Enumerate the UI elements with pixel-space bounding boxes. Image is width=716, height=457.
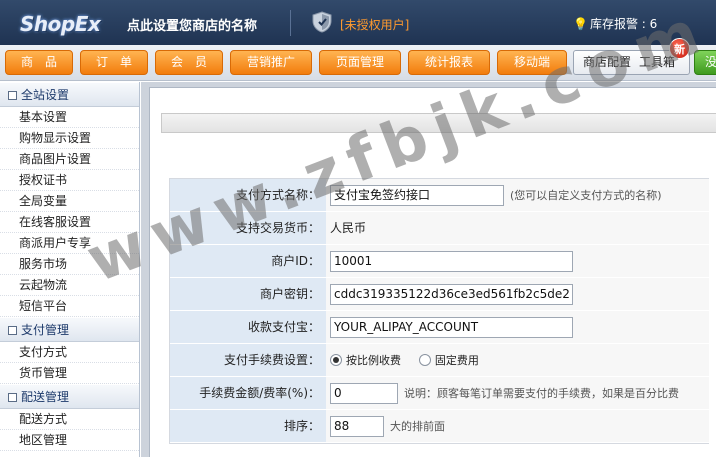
collapse-icon [8, 91, 17, 100]
sidebar-item[interactable]: 在线客服设置 [0, 212, 139, 233]
radio-label: 固定费用 [434, 354, 479, 367]
lightbulb-icon: 💡 [573, 17, 588, 31]
sidebar-group-title: 配送管理 [21, 390, 70, 404]
form-row-currency: 支持交易货币： 人民币 [170, 212, 709, 245]
field-label: 收款支付宝： [170, 311, 326, 343]
order-hint: 大的排前面 [390, 420, 445, 433]
license-status-link[interactable]: [未授权用户] [340, 16, 409, 33]
shopex-logo[interactable]: ShopEx [6, 6, 122, 36]
sidebar-group-title: 支付管理 [21, 323, 70, 337]
sidebar-group-payment[interactable]: 支付管理 [0, 317, 139, 342]
main-nav: 商 品 订 单 会 员 营销推广 页面管理 统计报表 移动端 商店配置 工具箱 没 [0, 45, 716, 81]
order-input[interactable]: 88 [330, 416, 384, 437]
pay-name-hint: (您可以自定义支付方式的名称) [510, 189, 662, 202]
fee-fixed-option[interactable]: 固定费用 [418, 344, 479, 376]
field-label: 手续费金额/费率(%)： [170, 377, 326, 409]
field-label: 支付手续费设置： [170, 344, 326, 376]
shield-icon [312, 11, 332, 33]
nav-pages[interactable]: 页面管理 [319, 50, 401, 75]
field-label: 商户ID： [170, 245, 326, 277]
form-row-account: 收款支付宝： YOUR_ALIPAY_ACCOUNT [170, 311, 709, 344]
sidebar-item[interactable]: 全局变量 [0, 191, 139, 212]
field-label: 支付方式名称： [170, 179, 326, 211]
content-area: 支付方式名称： 支付宝免签约接口 (您可以自定义支付方式的名称) 支持交易货币： … [141, 82, 716, 457]
toolbar-bar [161, 113, 716, 133]
form-row-fee-amount: 手续费金额/费率(%)： 0 说明：顾客每笔订单需要支付的手续费，如果是百分比费 [170, 377, 709, 410]
nav-members[interactable]: 会 员 [155, 50, 223, 75]
radio-unselected-icon[interactable] [418, 354, 431, 366]
sidebar-item[interactable]: 商派用户专享 [0, 233, 139, 254]
form-row-order: 排序： 88 大的排前面 [170, 410, 709, 443]
sidebar: 全站设置 基本设置 购物显示设置 商品图片设置 授权证书 全局变量 在线客服设置… [0, 82, 140, 457]
sidebar-item[interactable]: 服务市场 [0, 254, 139, 275]
nav-reports[interactable]: 统计报表 [408, 50, 490, 75]
payment-form: 支付方式名称： 支付宝免签约接口 (您可以自定义支付方式的名称) 支持交易货币： … [169, 178, 709, 444]
pay-name-input[interactable]: 支付宝免签约接口 [330, 185, 504, 206]
radio-selected-icon[interactable] [330, 354, 342, 366]
merchant-id-input[interactable]: 10001 [330, 251, 573, 272]
sidebar-group-title: 全站设置 [21, 88, 70, 102]
sidebar-item[interactable]: 配送方式 [0, 409, 139, 430]
sidebar-item[interactable]: 商品图片设置 [0, 149, 139, 170]
top-header: ShopEx 点此设置您商店的名称 [未授权用户] 💡 库存报警 : 6 [0, 0, 716, 45]
stock-alert-text: 库存报警 : 6 [589, 17, 658, 31]
currency-value: 人民币 [330, 221, 367, 235]
field-label: 支持交易货币： [170, 212, 326, 244]
sidebar-item[interactable]: 支付方式 [0, 342, 139, 363]
field-label: 排序： [170, 410, 326, 442]
stock-alert-link[interactable]: 💡 库存报警 : 6 [573, 15, 657, 32]
sidebar-group-site[interactable]: 全站设置 [0, 82, 139, 107]
toolbox-label[interactable]: 工具箱 [639, 55, 675, 69]
nav-goods[interactable]: 商 品 [5, 50, 73, 75]
store-config-label: 商店配置 [583, 55, 632, 69]
sidebar-item[interactable]: 授权证书 [0, 170, 139, 191]
fee-amount-input[interactable]: 0 [330, 383, 398, 404]
sidebar-item[interactable]: 短信平台 [0, 296, 139, 317]
sidebar-item[interactable]: 基本设置 [0, 107, 139, 128]
sidebar-item[interactable]: 购物显示设置 [0, 128, 139, 149]
form-row-fee-setting: 支付手续费设置： 按比例收费 固定费用 [170, 344, 709, 377]
field-label: 商户密钥： [170, 278, 326, 310]
sidebar-item[interactable]: 地区管理 [0, 430, 139, 451]
logo-text: ShopEx [20, 12, 101, 36]
fee-ratio-option[interactable]: 按比例收费 [330, 344, 401, 376]
nav-mobile[interactable]: 移动端 [497, 50, 567, 75]
nav-marketing[interactable]: 营销推广 [230, 50, 312, 75]
header-divider [290, 10, 291, 36]
sidebar-group-shipping[interactable]: 配送管理 [0, 384, 139, 409]
fee-amount-hint: 说明：顾客每笔订单需要支付的手续费，如果是百分比费 [404, 387, 679, 400]
nav-extra-button[interactable]: 没 [694, 50, 716, 75]
sidebar-item[interactable]: 云起物流 [0, 275, 139, 296]
shop-name-link[interactable]: 点此设置您商店的名称 [127, 15, 257, 34]
form-row-pay-name: 支付方式名称： 支付宝免签约接口 (您可以自定义支付方式的名称) [170, 179, 709, 212]
merchant-key-input[interactable]: cddc319335122d36ce3ed561fb2c5de2 [330, 284, 573, 305]
form-row-merchant-key: 商户密钥： cddc319335122d36ce3ed561fb2c5de2 [170, 278, 709, 311]
new-badge: 新 [669, 38, 690, 59]
collapse-icon [8, 326, 17, 335]
sidebar-item[interactable]: 货币管理 [0, 363, 139, 384]
radio-label: 按比例收费 [346, 354, 401, 367]
collapse-icon [8, 393, 17, 402]
nav-orders[interactable]: 订 单 [80, 50, 148, 75]
alipay-account-input[interactable]: YOUR_ALIPAY_ACCOUNT [330, 317, 573, 338]
form-row-merchant-id: 商户ID： 10001 [170, 245, 709, 278]
